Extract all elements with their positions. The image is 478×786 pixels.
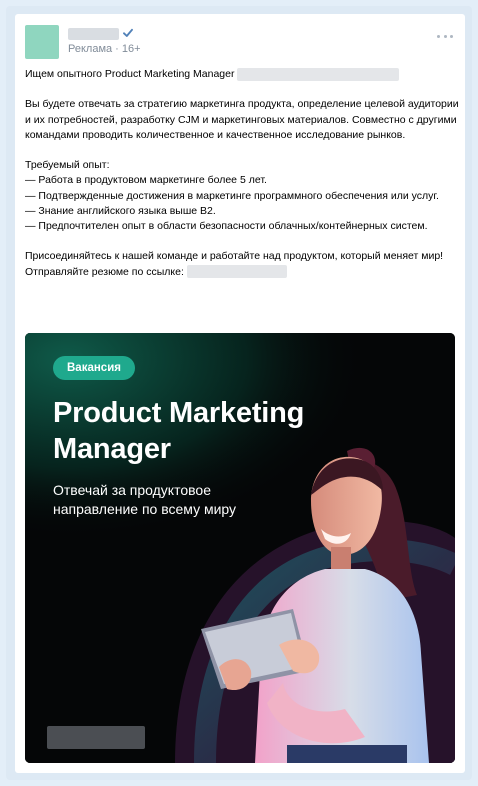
vacancy-badge: Вакансия	[53, 356, 135, 380]
requirement-item: — Предпочтителен опыт в области безопасн…	[25, 220, 428, 232]
ad-banner-image[interactable]: Вакансия Product Marketing Manager Отвеч…	[25, 333, 455, 763]
requirement-item: — Знание английского языка выше B2.	[25, 204, 216, 217]
post-cta: Присоединяйтесь к нашей команде и работа…	[25, 250, 444, 279]
ad-post-card: Реклама · 16+ Ищем опытного Product Mark…	[15, 14, 465, 773]
more-options-icon[interactable]	[437, 33, 453, 39]
post-text: Ищем опытного Product Marketing Manager …	[25, 67, 461, 280]
author-avatar[interactable]	[25, 25, 59, 59]
requirement-item: — Подтвержденные достижения в маркетинге…	[25, 189, 439, 202]
banner-title: Product Marketing Manager	[53, 397, 305, 465]
post-paragraph: Вы будете отвечать за стратегию маркетин…	[25, 98, 459, 141]
ad-label: Реклама · 16+	[68, 43, 141, 55]
redacted-link[interactable]	[186, 265, 287, 279]
verified-check-icon	[123, 28, 133, 37]
banner-subtitle: Отвечай за продуктовое направление по вс…	[53, 482, 237, 517]
author-name-redacted[interactable]	[68, 28, 119, 40]
requirements-title: Требуемый опыт:	[25, 159, 110, 172]
post-headline: Ищем опытного Product Marketing Manager	[25, 67, 461, 82]
banner-logo-redacted	[47, 726, 145, 749]
redacted-company	[237, 67, 400, 81]
requirement-item: — Работа в продуктовом маркетинге более …	[25, 174, 267, 187]
